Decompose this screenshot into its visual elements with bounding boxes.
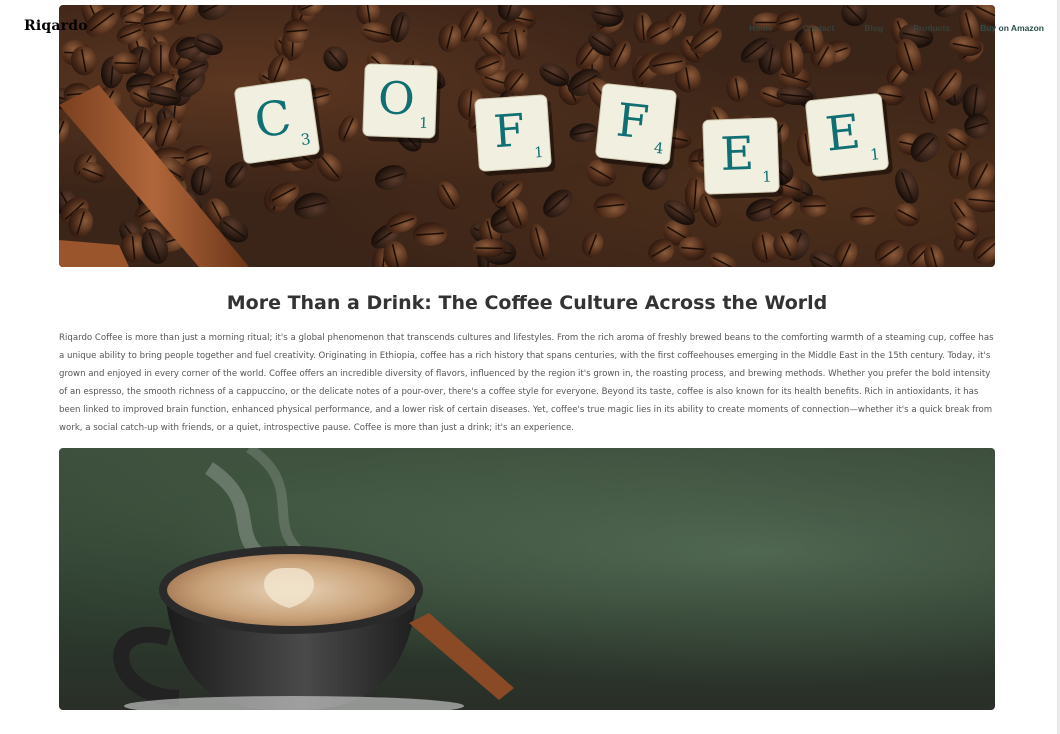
brand-logo[interactable]: Riqardo xyxy=(24,18,88,34)
article-body: Riqardo Coffee is more than just a morni… xyxy=(59,333,994,433)
tile-score: 1 xyxy=(419,116,429,132)
nav-contact[interactable]: Contact xyxy=(803,23,835,33)
letter-tile: C3 xyxy=(234,78,324,168)
cappuccino-illustration xyxy=(113,448,514,710)
tile-letter: C xyxy=(251,90,294,149)
article-title: More Than a Drink: The Coffee Culture Ac… xyxy=(226,292,828,314)
site-header: Riqardo Home Contact Blog Products Buy o… xyxy=(0,0,1060,56)
nav-home[interactable]: Home xyxy=(749,23,773,33)
tile-letter: E xyxy=(823,104,863,162)
letter-tile: F4 xyxy=(595,83,680,170)
coffee-bean xyxy=(59,117,70,148)
cappuccino-photo xyxy=(59,448,995,710)
letter-tile: E1 xyxy=(702,117,784,199)
tile-score: 1 xyxy=(762,169,772,186)
letter-tile: E1 xyxy=(805,93,893,181)
tile-letter: F xyxy=(492,104,527,158)
tile-letter: E xyxy=(720,126,755,181)
letter-tile: O1 xyxy=(362,63,441,144)
nav-blog[interactable]: Blog xyxy=(864,23,883,33)
tile-letter: F xyxy=(614,92,651,149)
coffee-bean xyxy=(874,239,904,267)
cinnamon-stick-icon xyxy=(409,613,514,700)
tile-score: 4 xyxy=(653,140,664,158)
letter-tile: F1 xyxy=(474,94,556,176)
tile-letter: O xyxy=(377,72,415,125)
main-nav: Home Contact Blog Products Buy on Amazon xyxy=(719,23,1044,33)
buy-on-amazon-link[interactable]: Buy on Amazon xyxy=(980,23,1044,33)
tile-score: 1 xyxy=(869,145,881,164)
nav-products[interactable]: Products xyxy=(913,23,950,33)
tile-score: 1 xyxy=(534,145,544,162)
